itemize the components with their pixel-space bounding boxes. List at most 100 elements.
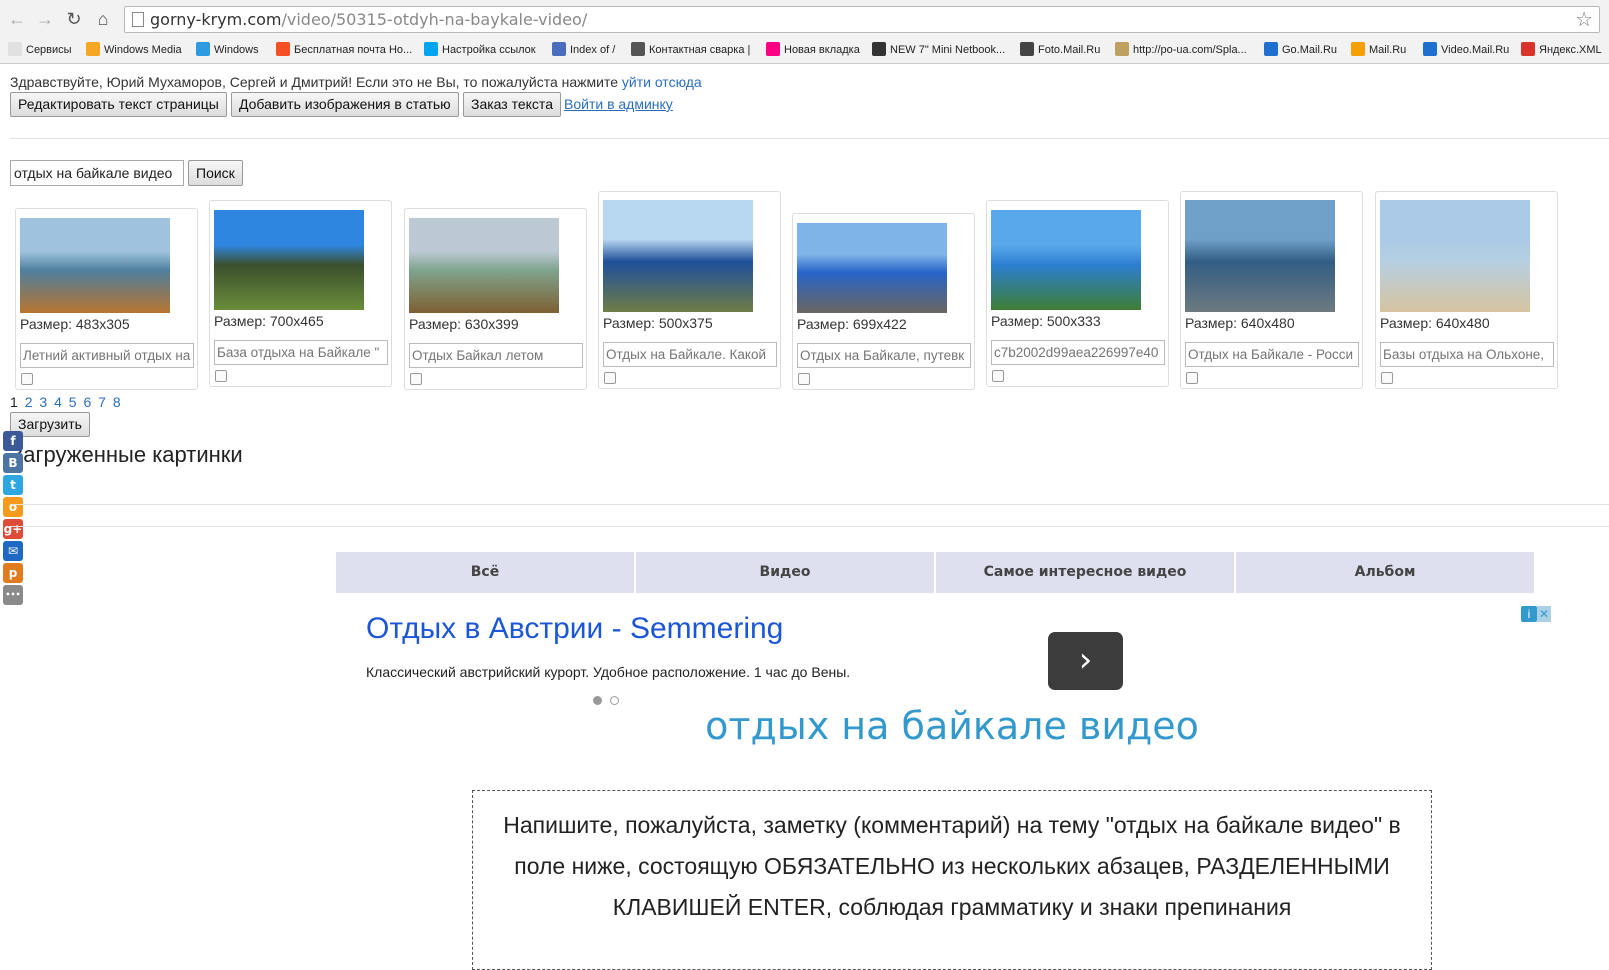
search-button[interactable]: Поиск bbox=[188, 160, 243, 186]
bookmark-item[interactable]: Video.Mail.Ru bbox=[1423, 41, 1509, 59]
image-thumbnail[interactable] bbox=[797, 223, 947, 313]
page-title: отдых на байкале видео bbox=[705, 704, 1199, 748]
image-alt-input[interactable] bbox=[797, 343, 971, 368]
image-alt-input[interactable] bbox=[1380, 342, 1554, 367]
browser-chrome: ← → ↻ ⌂ gorny-krym.com/video/50315-otdyh… bbox=[0, 0, 1609, 64]
page-link[interactable]: 6 bbox=[83, 394, 91, 410]
address-bar[interactable]: gorny-krym.com/video/50315-otdyh-na-bayk… bbox=[124, 6, 1600, 33]
greeting: Здравствуйте, Юрий Мухаморов, Сергей и Д… bbox=[10, 74, 702, 90]
bookmark-item[interactable]: Foto.Mail.Ru bbox=[1020, 41, 1100, 59]
image-alt-input[interactable] bbox=[214, 340, 388, 365]
vk-icon[interactable]: В bbox=[3, 453, 23, 473]
image-thumbnail[interactable] bbox=[1185, 200, 1335, 312]
page-link[interactable]: 3 bbox=[39, 394, 47, 410]
image-select-checkbox[interactable] bbox=[21, 373, 33, 385]
bookmark-item[interactable]: Яндекс.XML bbox=[1521, 41, 1602, 59]
greeting-text: Здравствуйте, Юрий Мухаморов, Сергей и Д… bbox=[10, 74, 618, 90]
image-card: Размер: 700x465 bbox=[209, 200, 392, 387]
bookmark-item[interactable]: http://po-ua.com/Spla... bbox=[1115, 41, 1247, 59]
image-select-checkbox[interactable] bbox=[215, 370, 227, 382]
image-select-checkbox[interactable] bbox=[798, 373, 810, 385]
bookmark-label: Mail.Ru bbox=[1369, 44, 1407, 56]
image-thumbnail[interactable] bbox=[214, 210, 364, 310]
ad-title[interactable]: Отдых в Австрии - Semmering bbox=[366, 612, 783, 646]
image-thumbnail[interactable] bbox=[1380, 200, 1530, 312]
tab-all[interactable]: Всё bbox=[336, 552, 634, 593]
bookmark-item[interactable]: Windows bbox=[196, 41, 259, 59]
home-icon[interactable]: ⌂ bbox=[92, 8, 114, 30]
image-select-checkbox[interactable] bbox=[1186, 372, 1198, 384]
image-thumbnail[interactable] bbox=[409, 218, 559, 313]
image-alt-input[interactable] bbox=[20, 343, 194, 368]
bookmark-item[interactable]: Mail.Ru bbox=[1351, 41, 1406, 59]
adchoices-icon[interactable]: i ✕ bbox=[1521, 606, 1553, 622]
image-thumbnail[interactable] bbox=[991, 210, 1141, 310]
search-input[interactable] bbox=[10, 160, 184, 186]
url-text: gorny-krym.com/video/50315-otdyh-na-bayk… bbox=[150, 10, 587, 29]
divider bbox=[10, 504, 1609, 505]
image-alt-input[interactable] bbox=[409, 343, 583, 368]
ad-go-button[interactable]: › bbox=[1048, 632, 1123, 690]
image-select-checkbox[interactable] bbox=[410, 373, 422, 385]
pinterest-icon[interactable]: p bbox=[3, 563, 23, 583]
bookmark-item[interactable]: Настройка ссылок bbox=[424, 41, 536, 59]
facebook-icon[interactable]: f bbox=[3, 431, 23, 451]
twitter-icon[interactable]: t bbox=[3, 475, 23, 495]
order-text-button[interactable]: Заказ текста bbox=[463, 92, 561, 117]
bookmark-item[interactable]: Новая вкладка bbox=[766, 41, 860, 59]
ad-info-icon[interactable]: i bbox=[1521, 606, 1537, 622]
bookmark-label: Windows Media bbox=[104, 44, 182, 56]
image-size-label: Размер: 640x480 bbox=[1380, 315, 1490, 331]
admin-login-link[interactable]: Войти в админку bbox=[564, 96, 673, 112]
image-thumbnail[interactable] bbox=[20, 218, 170, 313]
tab-album[interactable]: Альбом bbox=[1236, 552, 1534, 593]
image-size-label: Размер: 630x399 bbox=[409, 316, 519, 332]
image-select-checkbox[interactable] bbox=[1381, 372, 1393, 384]
bookmark-item[interactable]: Windows Media bbox=[86, 41, 182, 59]
bookmark-label: Index of / bbox=[570, 44, 616, 56]
bookmark-label: Бесплатная почта Ho... bbox=[294, 44, 413, 56]
tab-interesting-video[interactable]: Самое интересное видео bbox=[936, 552, 1234, 593]
add-images-button[interactable]: Добавить изображения в статью bbox=[231, 92, 459, 117]
bookmark-favicon-icon bbox=[424, 42, 438, 56]
image-thumbnail[interactable] bbox=[603, 200, 753, 312]
image-select-checkbox[interactable] bbox=[604, 372, 616, 384]
logout-link[interactable]: уйти отсюда bbox=[622, 74, 702, 90]
image-alt-input[interactable] bbox=[991, 340, 1165, 365]
bookmark-favicon-icon bbox=[872, 42, 886, 56]
page-link[interactable]: 7 bbox=[98, 394, 106, 410]
bookmark-item[interactable]: NEW 7" Mini Netbook... bbox=[872, 41, 1005, 59]
tab-video[interactable]: Видео bbox=[636, 552, 934, 593]
odnoklassniki-icon[interactable]: о bbox=[3, 497, 23, 517]
ad-close-icon[interactable]: ✕ bbox=[1537, 606, 1551, 622]
page-link[interactable]: 8 bbox=[113, 394, 121, 410]
page-link[interactable]: 2 bbox=[25, 394, 33, 410]
bookmarks-bar: Сервисы Windows Media Windows Бесплатная по… bbox=[0, 39, 1609, 61]
bookmark-item[interactable]: Go.Mail.Ru bbox=[1264, 41, 1337, 59]
image-size-label: Размер: 500x375 bbox=[603, 315, 713, 331]
page-link[interactable]: 5 bbox=[69, 394, 77, 410]
bookmark-item[interactable]: Index of / bbox=[552, 41, 615, 59]
forward-icon[interactable]: → bbox=[34, 8, 56, 30]
image-alt-input[interactable] bbox=[603, 342, 777, 367]
bookmark-item[interactable]: Контактная сварка | bbox=[631, 41, 750, 59]
reload-icon[interactable]: ↻ bbox=[63, 8, 85, 30]
image-select-checkbox[interactable] bbox=[992, 370, 1004, 382]
image-card: Размер: 699x422 bbox=[792, 213, 975, 390]
more-icon[interactable]: ••• bbox=[3, 585, 23, 605]
bookmark-item[interactable]: Сервисы bbox=[8, 41, 72, 59]
category-tabs: Всё Видео Самое интересное видео Альбом bbox=[336, 552, 1536, 593]
mail-icon[interactable]: ✉ bbox=[3, 541, 23, 561]
bookmark-item[interactable]: Бесплатная почта Ho... bbox=[276, 41, 412, 59]
page-current: 1 bbox=[10, 394, 18, 410]
image-gallery: Размер: 483x305 Размер: 700x465 Размер: 63… bbox=[0, 191, 1609, 391]
ad-banner[interactable]: Отдых в Австрии - Semmering Классический… bbox=[336, 604, 1554, 714]
back-icon[interactable]: ← bbox=[6, 8, 28, 30]
google-plus-icon[interactable]: g+ bbox=[3, 519, 23, 539]
bookmark-star-icon[interactable]: ☆ bbox=[1575, 9, 1593, 31]
page-link[interactable]: 4 bbox=[54, 394, 62, 410]
image-size-label: Размер: 483x305 bbox=[20, 316, 130, 332]
image-alt-input[interactable] bbox=[1185, 342, 1359, 367]
edit-page-text-button[interactable]: Редактировать текст страницы bbox=[10, 92, 227, 117]
page-content: Здравствуйте, Юрий Мухаморов, Сергей и Д… bbox=[0, 64, 1609, 970]
